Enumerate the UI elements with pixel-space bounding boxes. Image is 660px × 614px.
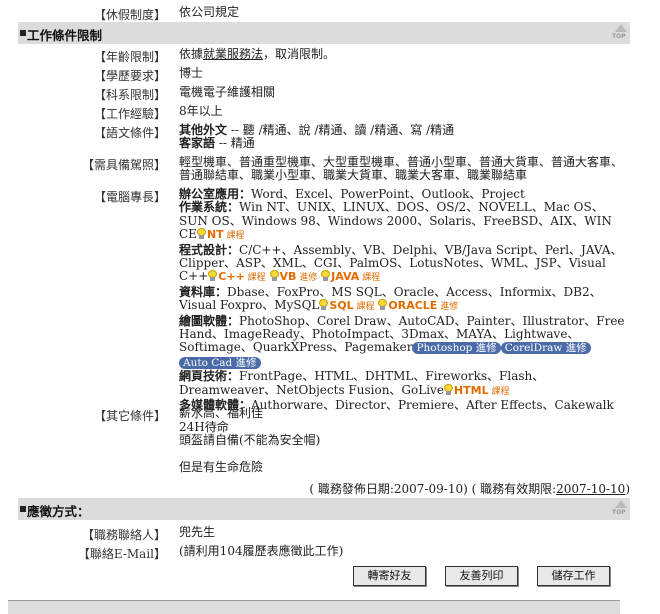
employment-law-link[interactable]: 就業服務法 <box>203 47 263 61</box>
course-autocad-link[interactable]: Auto Cad 進修 <box>179 356 261 369</box>
lightbulb-icon <box>196 228 206 240</box>
license-label: 【需具備駕照】 <box>81 158 166 172</box>
lightbulb-icon <box>321 270 331 282</box>
course-cpp-link[interactable]: C++ 課程 <box>208 270 266 283</box>
course-nt-link[interactable]: NT 課程 <box>196 228 245 241</box>
lightbulb-icon <box>208 270 218 282</box>
course-vb-link[interactable]: VB 進修 <box>269 270 317 283</box>
lightbulb-icon <box>319 299 329 311</box>
course-java-link[interactable]: JAVA 課程 <box>321 270 380 283</box>
forward-to-friend-button[interactable]: 轉寄好友 <box>353 566 426 586</box>
section-title: 應徵方式： <box>27 504 90 519</box>
back-to-top-icon[interactable]: TOP <box>612 500 628 517</box>
language-value: 其他外文 -- 聽 /精通、說 /精通、讀 /精通、寫 /精通 客家語 -- 精… <box>179 123 455 150</box>
computer-value: 辦公室應用：Word、Excel、PowerPoint、Outlook、Proj… <box>179 187 625 413</box>
save-job-button[interactable]: 儲存工作 <box>537 566 610 586</box>
expiry-date-link[interactable]: 2007-10-10 <box>556 482 625 496</box>
section-title: 工作條件限制 <box>27 28 103 43</box>
contact-value: 兜先生 <box>179 525 216 539</box>
other-value: 薪水高、福利佳 24H待命 頭盔請自備(不能為安全帽) 但是有生命危險 <box>179 406 321 474</box>
experience-value: 8年以上 <box>179 104 223 118</box>
email-value: (請利用104履歷表應徵此工作) <box>179 544 344 558</box>
print-friendly-button[interactable]: 友善列印 <box>445 566 518 586</box>
post-dates: ( 職務發佈日期:2007-09-10) ( 職務有效期限:2007-10-10… <box>18 480 630 497</box>
major-label: 【科系限制】 <box>93 88 166 102</box>
bottom-section-bar <box>8 600 620 614</box>
language-label: 【語文條件】 <box>93 126 166 140</box>
course-sql-link[interactable]: SQL 課程 <box>319 299 375 312</box>
section-job-conditions: 工作條件限制 TOP <box>18 22 630 44</box>
education-label: 【學歷要求】 <box>93 69 166 83</box>
course-oracle-link[interactable]: ORACLE 進修 <box>378 299 458 312</box>
license-value: 輕型機車、普通重型機車、大型重型機車、普通小型車、普通大貨車、普通大客車、普通聯… <box>179 155 624 182</box>
course-coreldraw-link[interactable]: CorelDraw 進修 <box>500 342 591 355</box>
age-value: 依據就業服務法，取消限制。 <box>179 47 336 61</box>
major-value: 電機電子維護相關 <box>179 85 276 99</box>
computer-label: 【電腦專長】 <box>93 190 166 204</box>
back-to-top-icon[interactable]: TOP <box>612 24 628 41</box>
square-bullet-icon <box>20 506 26 512</box>
vacation-value: 依公司規定 <box>179 5 240 19</box>
post-dates-text: ( 職務發佈日期:2007-09-10) ( 職務有效期限:2007-10-10… <box>309 482 630 496</box>
section-apply-method: 應徵方式： TOP <box>18 498 630 520</box>
lightbulb-icon <box>269 270 279 282</box>
contact-label: 【職務聯絡人】 <box>81 528 166 542</box>
education-value: 博士 <box>179 66 204 80</box>
square-bullet-icon <box>20 30 26 36</box>
course-html-link[interactable]: HTML 課程 <box>443 383 509 397</box>
lightbulb-icon <box>443 383 453 395</box>
experience-label: 【工作經驗】 <box>93 107 166 121</box>
other-label: 【其它條件】 <box>93 409 166 423</box>
job-detail-panel: 【休假制度】 依公司規定 工作條件限制 TOP 【年齡限制】 依據就業服務法，取… <box>18 0 630 613</box>
lightbulb-icon <box>378 299 388 311</box>
vacation-label: 【休假制度】 <box>93 8 166 22</box>
course-photoshop-link[interactable]: Photoshop 進修 <box>412 342 501 355</box>
age-label: 【年齡限制】 <box>93 50 166 64</box>
email-label: 【聯絡E-Mail】 <box>77 547 166 561</box>
